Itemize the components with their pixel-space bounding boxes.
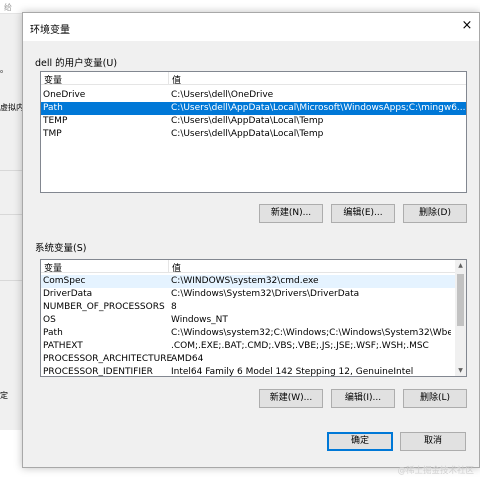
background-divider: [0, 214, 24, 215]
user-edit-button[interactable]: 编辑(E)...: [331, 204, 395, 223]
column-separator[interactable]: [168, 72, 169, 85]
variable-value: C:\Users\dell\AppData\Local\Microsoft\Wi…: [171, 103, 466, 113]
column-header-value[interactable]: 值: [172, 73, 181, 86]
dialog-title: 环境变量: [30, 25, 70, 36]
user-delete-button[interactable]: 删除(D): [403, 204, 467, 223]
scroll-up-arrow-icon[interactable]: ▲: [455, 260, 466, 271]
variable-value: C:\Users\dell\AppData\Local\Temp: [171, 116, 324, 126]
variable-value: Intel64 Family 6 Model 142 Stepping 12, …: [171, 367, 414, 377]
ok-button[interactable]: 确定: [327, 432, 393, 451]
variable-value: AMD64: [171, 354, 204, 364]
system-variable-row[interactable]: PROCESSOR_IDENTIFIER Intel64 Family 6 Mo…: [41, 366, 455, 377]
variable-name: DriverData: [43, 289, 93, 299]
background-text-fragment: 定: [0, 391, 8, 400]
variable-value: C:\Windows\system32;C:\Windows;C:\Window…: [171, 328, 451, 338]
background-text-fragment: 虚拟内: [0, 103, 24, 112]
background-text-fragment: 。: [0, 65, 8, 74]
environment-variables-dialog: 环境变量 × dell 的用户变量(U) 变量 值 OneDrive C:\Us…: [22, 12, 480, 468]
system-variables-header: 变量 值: [41, 260, 466, 274]
system-variable-row[interactable]: PATHEXT .COM;.EXE;.BAT;.CMD;.VBS;.VBE;.J…: [41, 340, 455, 353]
system-delete-button[interactable]: 删除(L): [403, 389, 467, 408]
variable-name: Path: [43, 103, 63, 113]
dialog-titlebar[interactable]: 环境变量 ×: [23, 13, 479, 41]
variable-value: C:\Users\dell\OneDrive: [171, 90, 274, 100]
system-variable-row[interactable]: NUMBER_OF_PROCESSORS 8: [41, 301, 455, 314]
variable-value: C:\Users\dell\AppData\Local\Temp: [171, 129, 324, 139]
system-variable-row-hover[interactable]: ComSpec C:\WINDOWS\system32\cmd.exe: [41, 275, 455, 288]
background-divider: [0, 170, 24, 171]
system-variable-row[interactable]: DriverData C:\Windows\System32\Drivers\D…: [41, 288, 455, 301]
variable-name: OneDrive: [43, 90, 86, 100]
system-variable-row[interactable]: PROCESSOR_ARCHITECTURE AMD64: [41, 353, 455, 366]
user-variable-row[interactable]: OneDrive C:\Users\dell\OneDrive: [41, 89, 466, 102]
column-header-variable[interactable]: 变量: [44, 73, 62, 86]
variable-value: 8: [171, 302, 177, 312]
variable-name: PROCESSOR_ARCHITECTURE: [43, 354, 173, 364]
variable-name: OS: [43, 315, 56, 325]
background-divider: [0, 280, 24, 281]
system-variable-row[interactable]: Path C:\Windows\system32;C:\Windows;C:\W…: [41, 327, 455, 340]
variable-value: .COM;.EXE;.BAT;.CMD;.VBS;.VBE;.JS;.JSE;.…: [171, 341, 429, 351]
column-separator[interactable]: [168, 260, 169, 273]
scroll-down-arrow-icon[interactable]: ▼: [455, 365, 466, 376]
column-header-value[interactable]: 值: [172, 261, 181, 274]
system-variable-row[interactable]: OS Windows_NT: [41, 314, 455, 327]
watermark: @稀土掘金技术社区: [397, 466, 474, 476]
user-new-button[interactable]: 新建(N)...: [259, 204, 323, 223]
user-variable-row[interactable]: TMP C:\Users\dell\AppData\Local\Temp: [41, 128, 466, 141]
system-edit-button[interactable]: 编辑(I)...: [331, 389, 395, 408]
variable-value: C:\Windows\System32\Drivers\DriverData: [171, 289, 360, 299]
close-icon[interactable]: ×: [459, 19, 475, 35]
system-variables-scrollbar[interactable]: ▲ ▼: [455, 260, 466, 376]
user-variable-row-selected[interactable]: Path C:\Users\dell\AppData\Local\Microso…: [41, 102, 466, 115]
variable-name: TEMP: [43, 116, 68, 126]
cancel-button[interactable]: 取消: [400, 432, 466, 451]
variable-name: ComSpec: [43, 276, 86, 286]
user-variables-header: 变量 值: [41, 72, 466, 86]
system-variables-label: 系统变量(S): [35, 243, 87, 254]
column-header-variable[interactable]: 变量: [44, 261, 62, 274]
user-variables-list[interactable]: 变量 值 OneDrive C:\Users\dell\OneDrive Pat…: [40, 71, 467, 193]
scrollbar-thumb[interactable]: [457, 274, 464, 326]
system-new-button[interactable]: 新建(W)...: [259, 389, 323, 408]
user-variable-row[interactable]: TEMP C:\Users\dell\AppData\Local\Temp: [41, 115, 466, 128]
variable-name: Path: [43, 328, 63, 338]
system-variables-list[interactable]: 变量 值 ComSpec C:\WINDOWS\system32\cmd.exe…: [40, 259, 467, 377]
user-variables-label: dell 的用户变量(U): [35, 58, 118, 69]
variable-value: C:\WINDOWS\system32\cmd.exe: [171, 276, 319, 286]
variable-name: NUMBER_OF_PROCESSORS: [43, 302, 165, 312]
variable-value: Windows_NT: [171, 315, 228, 325]
variable-name: TMP: [43, 129, 62, 139]
variable-name: PATHEXT: [43, 341, 83, 351]
variable-name: PROCESSOR_IDENTIFIER: [43, 367, 153, 377]
